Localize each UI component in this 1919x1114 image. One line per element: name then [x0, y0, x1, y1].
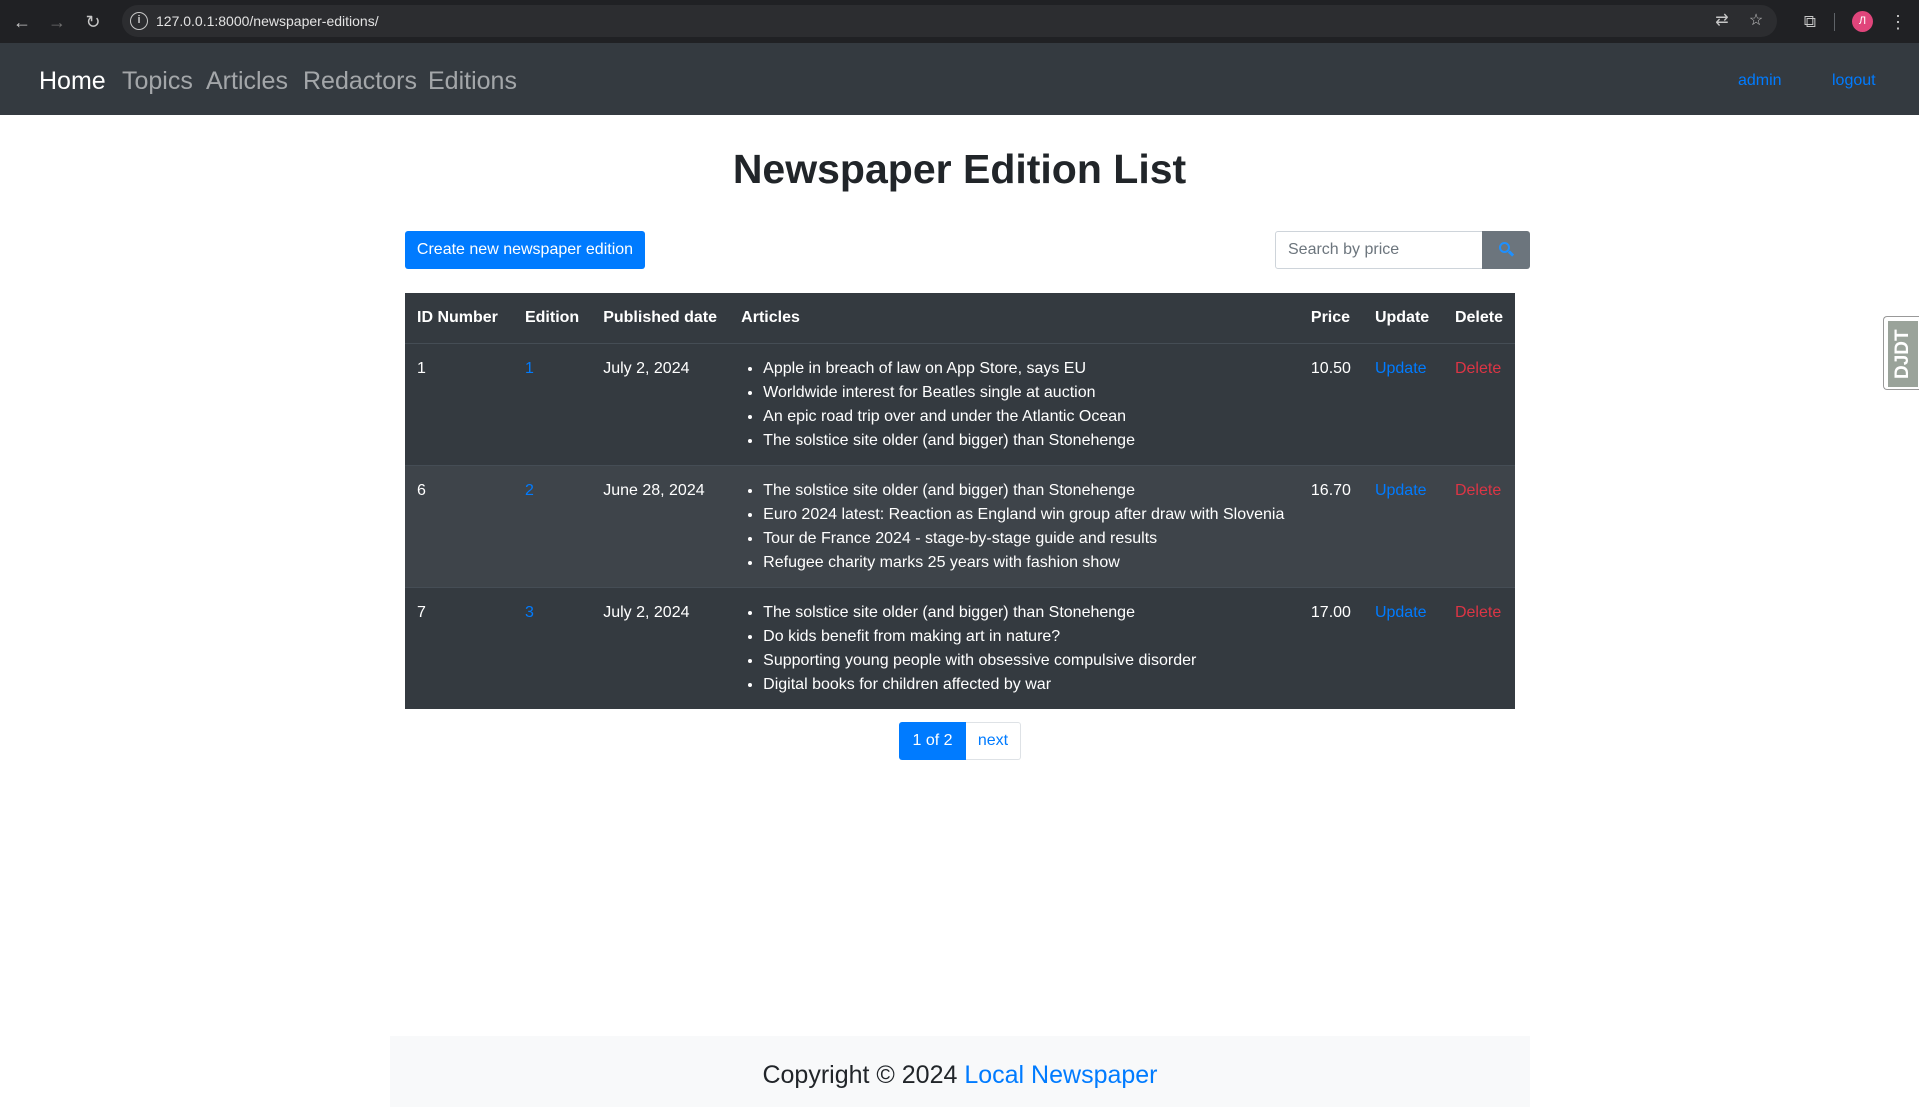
table-row: 7 3 July 2, 2024 The solstice site older… — [405, 586, 1515, 709]
articles-list: The solstice site older (and bigger) tha… — [741, 601, 1287, 697]
site-info-icon[interactable]: i — [130, 12, 148, 30]
articles-list: The solstice site older (and bigger) tha… — [741, 479, 1287, 575]
extensions-icon[interactable]: ⧉ — [1797, 9, 1823, 35]
delete-link[interactable]: Delete — [1455, 604, 1501, 621]
list-item: Tour de France 2024 - stage-by-stage gui… — [763, 527, 1287, 551]
cell-price: 10.50 — [1298, 342, 1363, 465]
nav-topics[interactable]: Topics — [122, 67, 193, 96]
cell-price: 17.00 — [1298, 586, 1363, 709]
logout-link[interactable]: logout — [1832, 72, 1876, 90]
search-button[interactable] — [1482, 231, 1530, 269]
delete-link[interactable]: Delete — [1455, 482, 1501, 499]
list-item: Supporting young people with obsessive c… — [763, 649, 1287, 673]
header-delete: Delete — [1442, 293, 1515, 344]
edition-link[interactable]: 3 — [525, 604, 534, 621]
reload-icon[interactable]: ↻ — [80, 9, 106, 35]
debug-toolbar-handle[interactable]: DJDT — [1883, 316, 1919, 390]
url-text[interactable]: 127.0.0.1:8000/newspaper-editions/ — [156, 13, 379, 29]
search-input[interactable]: Search by price — [1275, 231, 1483, 269]
header-price: Price — [1298, 293, 1363, 344]
browser-toolbar: ← → ↻ i 127.0.0.1:8000/newspaper-edition… — [0, 0, 1919, 43]
table-row: 1 1 July 2, 2024 Apple in breach of law … — [405, 342, 1515, 465]
header-update: Update — [1362, 293, 1443, 344]
articles-list: Apple in breach of law on App Store, say… — [741, 357, 1287, 453]
cell-date: July 2, 2024 — [591, 586, 730, 709]
list-item: Euro 2024 latest: Reaction as England wi… — [763, 503, 1287, 527]
cell-id: 6 — [405, 464, 513, 587]
page-title: Newspaper Edition List — [732, 146, 1187, 192]
edition-link[interactable]: 2 — [525, 482, 534, 499]
create-edition-button[interactable]: Create new newspaper edition — [405, 231, 645, 269]
header-id: ID Number — [405, 293, 513, 344]
nav-editions[interactable]: Editions — [428, 67, 517, 96]
nav-home[interactable]: Home — [39, 67, 106, 96]
main-navbar: Home Topics Articles Redactors Editions … — [0, 43, 1919, 115]
table-row: 6 2 June 28, 2024 The solstice site olde… — [405, 464, 1515, 587]
cell-price: 16.70 — [1298, 464, 1363, 587]
list-item: Apple in breach of law on App Store, say… — [763, 357, 1287, 381]
back-arrow-icon[interactable]: ← — [9, 9, 35, 35]
update-link[interactable]: Update — [1375, 482, 1427, 499]
cell-date: June 28, 2024 — [591, 464, 730, 587]
footer: Copyright © 2024 Local Newspaper — [390, 1036, 1530, 1107]
list-item: Worldwide interest for Beatles single at… — [763, 381, 1287, 405]
user-link[interactable]: admin — [1738, 72, 1782, 90]
bookmark-star-icon[interactable]: ☆ — [1745, 10, 1767, 32]
list-item: Do kids benefit from making art in natur… — [763, 625, 1287, 649]
list-item: Digital books for children affected by w… — [763, 673, 1287, 697]
header-published-date: Published date — [591, 293, 730, 344]
nav-redactors[interactable]: Redactors — [303, 67, 417, 96]
forward-arrow-icon[interactable]: → — [44, 9, 70, 35]
header-edition: Edition — [512, 293, 592, 344]
nav-articles[interactable]: Articles — [206, 67, 288, 96]
header-articles: Articles — [729, 293, 1299, 344]
next-page-link[interactable]: next — [966, 722, 1021, 760]
address-bar[interactable]: i 127.0.0.1:8000/newspaper-editions/ ⇄ ☆ — [122, 5, 1777, 37]
table-header-row: ID Number Edition Published date Article… — [405, 293, 1515, 344]
list-item: The solstice site older (and bigger) tha… — [763, 601, 1287, 625]
update-link[interactable]: Update — [1375, 360, 1427, 377]
footer-brand-link[interactable]: Local Newspaper — [964, 1061, 1157, 1089]
update-link[interactable]: Update — [1375, 604, 1427, 621]
current-page[interactable]: 1 of 2 — [899, 722, 966, 760]
translate-icon[interactable]: ⇄ — [1711, 10, 1733, 32]
browser-menu-icon[interactable]: ⋮ — [1888, 9, 1908, 35]
list-item: The solstice site older (and bigger) tha… — [763, 429, 1287, 453]
profile-avatar[interactable]: Л — [1852, 11, 1873, 32]
pagination: 1 of 2 next — [899, 722, 1021, 760]
list-item: An epic road trip over and under the Atl… — [763, 405, 1287, 429]
cell-id: 1 — [405, 342, 513, 465]
delete-link[interactable]: Delete — [1455, 360, 1501, 377]
editions-table: ID Number Edition Published date Article… — [405, 293, 1515, 709]
cell-id: 7 — [405, 586, 513, 709]
edition-link[interactable]: 1 — [525, 360, 534, 377]
toolbar-divider — [1834, 13, 1835, 31]
list-item: The solstice site older (and bigger) tha… — [763, 479, 1287, 503]
list-item: Refugee charity marks 25 years with fash… — [763, 551, 1287, 575]
debug-toolbar-label: DJDT — [1888, 321, 1918, 387]
cell-date: July 2, 2024 — [591, 342, 730, 465]
copyright-text: Copyright © 2024 — [762, 1061, 965, 1089]
